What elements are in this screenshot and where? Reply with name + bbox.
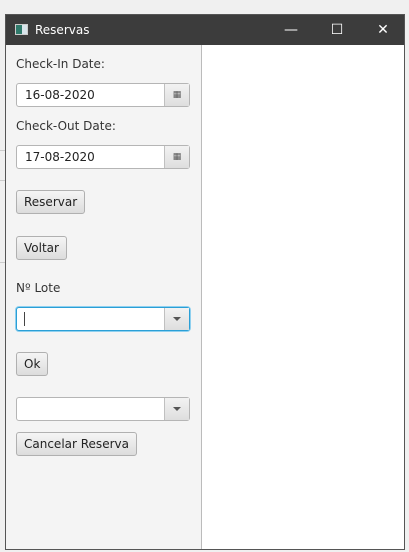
minimize-button[interactable]: — bbox=[268, 15, 314, 45]
dropdown-button[interactable] bbox=[164, 308, 189, 330]
close-icon: ✕ bbox=[377, 22, 389, 38]
calendar-icon: ▦ bbox=[172, 152, 182, 162]
chevron-down-icon bbox=[173, 407, 181, 411]
title-bar[interactable]: Reservas — ☐ ✕ bbox=[6, 15, 404, 45]
maximize-icon: ☐ bbox=[330, 22, 344, 38]
dropdown-button[interactable] bbox=[164, 398, 189, 420]
maximize-button[interactable]: ☐ bbox=[314, 15, 360, 45]
voltar-button[interactable]: Voltar bbox=[16, 236, 67, 260]
cancelar-reserva-button[interactable]: Cancelar Reserva bbox=[16, 432, 137, 456]
chevron-down-icon bbox=[173, 317, 181, 321]
calendar-button[interactable]: ▦ bbox=[164, 84, 189, 106]
checkin-label: Check-In Date: bbox=[16, 57, 105, 71]
ok-button[interactable]: Ok bbox=[16, 352, 49, 376]
checkin-date-value[interactable]: 16-08-2020 bbox=[25, 88, 95, 102]
reservar-button[interactable]: Reservar bbox=[16, 190, 86, 214]
lote-label: Nº Lote bbox=[16, 281, 61, 295]
window-title: Reservas bbox=[35, 23, 90, 37]
calendar-icon: ▦ bbox=[172, 90, 182, 100]
text-caret bbox=[24, 312, 25, 326]
app-icon bbox=[15, 24, 28, 35]
reservas-window: Reservas — ☐ ✕ Check-In Date: 16-08-2020… bbox=[5, 14, 405, 550]
checkout-date-picker[interactable]: 17-08-2020 ▦ bbox=[16, 145, 190, 169]
calendar-button[interactable]: ▦ bbox=[164, 146, 189, 168]
reserva-combobox[interactable] bbox=[16, 397, 190, 421]
checkout-date-value[interactable]: 17-08-2020 bbox=[25, 150, 95, 164]
close-button[interactable]: ✕ bbox=[360, 15, 406, 45]
minimize-icon: — bbox=[284, 22, 298, 38]
checkout-label: Check-Out Date: bbox=[16, 119, 116, 133]
checkin-date-picker[interactable]: 16-08-2020 ▦ bbox=[16, 83, 190, 107]
content-pane bbox=[201, 45, 404, 549]
lote-combobox[interactable] bbox=[16, 307, 190, 331]
